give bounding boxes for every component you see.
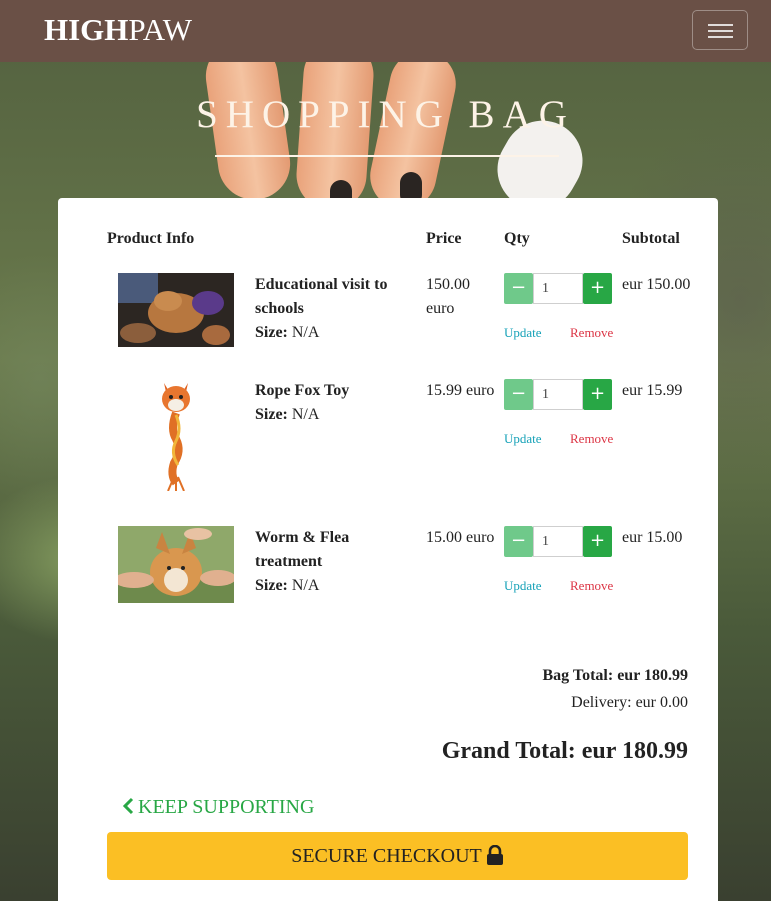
size-value: N/A: [291, 406, 320, 423]
product-price: 150.00 euro: [426, 276, 470, 317]
minus-icon: −: [510, 277, 527, 298]
size-value: N/A: [291, 324, 320, 341]
chevron-left-icon: [122, 797, 134, 815]
remove-link[interactable]: Remove: [570, 325, 613, 341]
header-qty: Qty: [504, 230, 530, 247]
product-subtotal: eur 150.00: [622, 276, 691, 293]
keep-supporting-link[interactable]: KEEP SUPPORTING: [122, 796, 314, 819]
product-info: Educational visit to schools Size: N/A: [255, 273, 405, 345]
decrement-button[interactable]: −: [504, 526, 533, 557]
plus-icon: +: [589, 383, 606, 404]
header-subtotal: Subtotal: [622, 230, 680, 247]
size-value: N/A: [291, 577, 320, 594]
product-image: [118, 273, 234, 347]
increment-button[interactable]: +: [583, 273, 612, 304]
header-product-info: Product Info: [107, 230, 195, 247]
lock-icon: [486, 844, 503, 865]
product-subtotal: eur 15.00: [622, 529, 683, 546]
quantity-stepper: − 1 +: [504, 526, 612, 557]
size-label: Size:: [255, 406, 288, 423]
product-image: [118, 379, 234, 492]
secure-checkout-button[interactable]: SECURE CHECKOUT: [107, 832, 688, 880]
update-link[interactable]: Update: [504, 431, 542, 447]
remove-link[interactable]: Remove: [570, 431, 613, 447]
product-info: Worm & Flea treatment Size: N/A: [255, 526, 405, 598]
product-name: Educational visit to schools: [255, 276, 388, 317]
quantity-input[interactable]: 1: [533, 379, 583, 410]
product-name: Rope Fox Toy: [255, 382, 350, 399]
header-price: Price: [426, 230, 462, 247]
update-link[interactable]: Update: [504, 578, 542, 594]
increment-button[interactable]: +: [583, 379, 612, 410]
quantity-stepper: − 1 +: [504, 379, 612, 410]
size-label: Size:: [255, 577, 288, 594]
size-label: Size:: [255, 324, 288, 341]
product-image: [114, 526, 236, 603]
grand-total: Grand Total: eur 180.99: [441, 738, 688, 764]
minus-icon: −: [510, 383, 527, 404]
plus-icon: +: [589, 530, 606, 551]
decrement-button[interactable]: −: [504, 273, 533, 304]
minus-icon: −: [510, 530, 527, 551]
plus-icon: +: [589, 277, 606, 298]
page-title: SHOPPING BAG: [196, 93, 575, 136]
quantity-input[interactable]: 1: [533, 526, 583, 557]
product-name: Worm & Flea treatment: [255, 529, 350, 570]
brand-logo[interactable]: HIGHPAW: [44, 12, 192, 48]
remove-link[interactable]: Remove: [570, 578, 613, 594]
decrement-button[interactable]: −: [504, 379, 533, 410]
shopping-bag-card: Product Info Price Qty Subtotal Educatio…: [58, 198, 718, 901]
update-link[interactable]: Update: [504, 325, 542, 341]
hamburger-icon: [708, 24, 733, 26]
product-info: Rope Fox Toy Size: N/A: [255, 379, 405, 427]
title-divider: [215, 155, 559, 157]
product-price: 15.99 euro: [426, 382, 495, 399]
delivery-cost: Delivery: eur 0.00: [571, 694, 688, 711]
increment-button[interactable]: +: [583, 526, 612, 557]
product-price: 15.00 euro: [426, 529, 495, 546]
menu-toggle-button[interactable]: [692, 10, 748, 50]
quantity-input[interactable]: 1: [533, 273, 583, 304]
product-subtotal: eur 15.99: [622, 382, 683, 399]
navbar: HIGHPAW: [0, 0, 771, 62]
bag-total: Bag Total: eur 180.99: [542, 667, 689, 684]
quantity-stepper: − 1 +: [504, 273, 612, 304]
